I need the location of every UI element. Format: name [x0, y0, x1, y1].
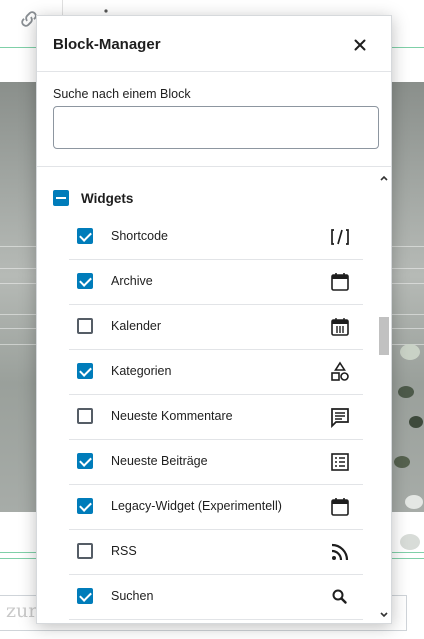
modal-title: Block-Manager [53, 36, 161, 53]
block-checkbox[interactable] [77, 273, 93, 289]
block-item-kalender: Kalender [69, 305, 363, 350]
block-checkbox[interactable] [77, 453, 93, 469]
calendar-icon [329, 271, 351, 293]
category-checkbox[interactable] [53, 190, 69, 206]
block-label: Kategorien [111, 364, 172, 378]
comment-icon [329, 406, 351, 429]
block-checkbox[interactable] [77, 498, 93, 514]
search-icon [329, 586, 351, 608]
block-label: Shortcode [111, 229, 168, 243]
block-checkbox[interactable] [77, 543, 93, 559]
block-item-suchen: Suchen [69, 575, 363, 620]
block-list: Shortcode Archive Kalender Kategorien Ne… [69, 215, 363, 620]
block-item-legacy-widget: Legacy-Widget (Experimentell) [69, 485, 363, 530]
block-label: RSS [111, 544, 137, 558]
block-item-archive: Archive [69, 260, 363, 305]
block-label: Kalender [111, 319, 162, 333]
scroll-up-icon[interactable] [380, 174, 388, 182]
block-checkbox[interactable] [77, 228, 93, 244]
modal-header: Block-Manager [37, 16, 391, 72]
block-checkbox[interactable] [77, 318, 93, 334]
close-button[interactable] [347, 32, 373, 58]
block-search-input[interactable] [53, 106, 379, 149]
block-manager-modal: Block-Manager Suche nach einem Block Wid… [36, 15, 392, 624]
block-checkbox[interactable] [77, 408, 93, 424]
block-label: Neueste Beiträge [111, 454, 208, 468]
block-item-kategorien: Kategorien [69, 350, 363, 395]
scrollbar[interactable] [377, 167, 391, 623]
rss-icon [329, 541, 351, 563]
shortcode-icon [329, 226, 351, 248]
scrollbar-thumb[interactable] [379, 317, 389, 355]
block-checkbox[interactable] [77, 363, 93, 379]
block-checkbox[interactable] [77, 588, 93, 604]
close-icon [354, 39, 366, 51]
block-label: Archive [111, 274, 153, 288]
category-label: Widgets [81, 191, 134, 206]
block-item-rss: RSS [69, 530, 363, 575]
block-list-area: Widgets Shortcode Archive Kalender Kateg… [37, 166, 391, 623]
calendar-icon [329, 496, 351, 518]
block-label: Neueste Kommentare [111, 409, 233, 423]
block-label: Legacy-Widget (Experimentell) [111, 499, 282, 513]
scroll-down-icon[interactable] [380, 611, 388, 619]
editor-text: zur [6, 600, 38, 622]
block-item-neueste-beitraege: Neueste Beiträge [69, 440, 363, 485]
calendar-grid-icon [329, 316, 351, 338]
plant-image [394, 344, 423, 550]
block-item-shortcode: Shortcode [69, 215, 363, 260]
shapes-icon [329, 361, 351, 383]
block-item-neueste-kommentare: Neueste Kommentare [69, 395, 363, 440]
list-icon [329, 451, 351, 473]
search-label: Suche nach einem Block [53, 87, 191, 101]
block-label: Suchen [111, 589, 154, 603]
